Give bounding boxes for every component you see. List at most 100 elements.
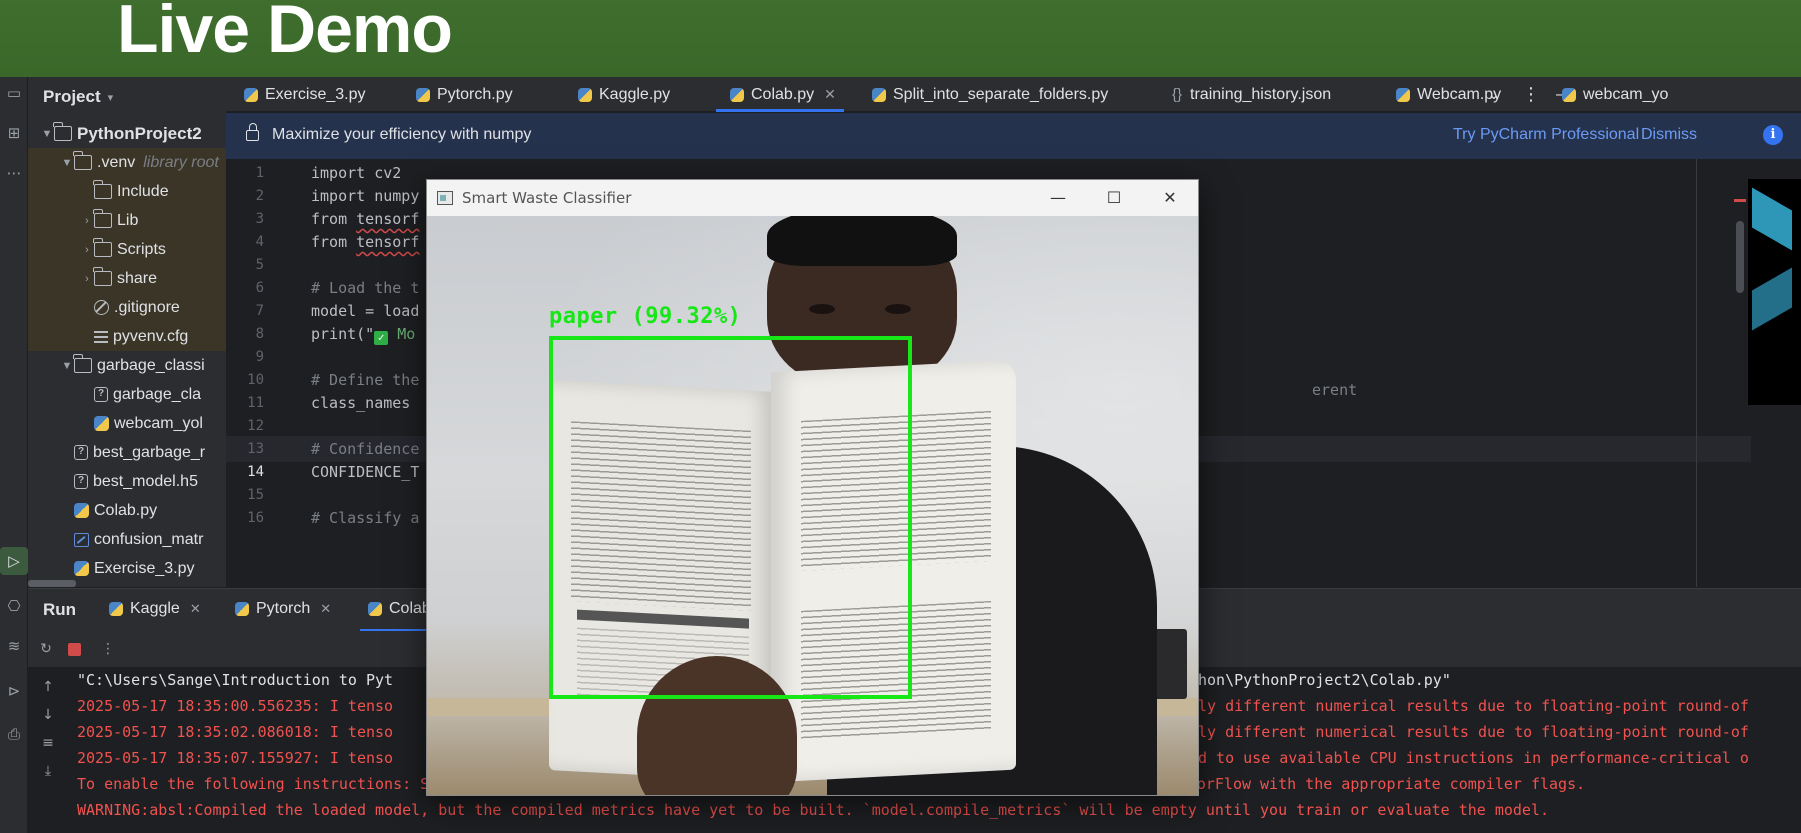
close-icon[interactable]: ✕ [190, 601, 201, 617]
python-packages-icon[interactable]: ⎔ [0, 592, 28, 620]
error-underline: tensorf [356, 233, 420, 251]
tree-item-label: PythonProject2 [77, 123, 202, 143]
error-stripe-mark[interactable] [1734, 199, 1746, 202]
tree-item-label: pyvenv.cfg [113, 327, 189, 345]
python-file-icon [1396, 87, 1410, 102]
editor-tab[interactable]: Webcam.py [1396, 77, 1501, 112]
code-text: # Confidence [311, 440, 420, 458]
soft-wrap-icon[interactable]: ≡ [40, 735, 56, 751]
more-options-icon[interactable]: ⋮ [1522, 77, 1540, 112]
editor-tab[interactable]: Exercise_3.py [244, 77, 366, 112]
tree-item-label: Exercise_3.py [94, 559, 195, 577]
tree-item-label: confusion_matr [94, 530, 204, 548]
services-icon[interactable]: ⊳ [0, 677, 28, 705]
vertical-scrollbar[interactable] [1736, 221, 1744, 293]
console-line-tail: ly different numerical results due to fl… [1198, 697, 1749, 715]
console-text-left: 2025-05-17 18:35:00.556235: I tenso [77, 697, 394, 715]
console-text-left: WARNING:absl:Compiled the loaded model, … [77, 801, 1550, 819]
editor-tab[interactable]: Split_into_separate_folders.py [872, 77, 1108, 112]
person-eye [809, 304, 835, 314]
close-icon[interactable]: ✕ [1142, 180, 1198, 216]
tree-item[interactable]: › share [28, 264, 226, 293]
chevron-down-icon[interactable]: ▼ [60, 157, 74, 169]
error-underline: tensorf [356, 210, 420, 228]
line-number-gutter: 1 2 3 4 5 6 7 8 9 10 11 12 13 14 15 16 [226, 159, 306, 587]
python-file-icon [109, 602, 123, 616]
window-title-bar[interactable]: Smart Waste Classifier — ☐ ✕ [427, 180, 1198, 216]
code-text: print(" [311, 325, 375, 343]
more-tools-icon[interactable]: ⋯ [0, 159, 28, 187]
python-file-icon [416, 87, 430, 102]
run-tab[interactable]: Kaggle ✕ [109, 600, 201, 618]
chevron-right-icon[interactable]: › [80, 273, 94, 285]
print-icon[interactable]: ⎙ [0, 720, 28, 748]
smart-waste-classifier-window[interactable]: Smart Waste Classifier — ☐ ✕ paper (99.3… [426, 179, 1199, 796]
editor-tab[interactable]: Kaggle.py [578, 77, 670, 112]
stop-icon[interactable] [68, 643, 81, 656]
tree-item[interactable]: pyvenv.cfg [28, 322, 226, 351]
close-icon[interactable]: ✕ [824, 86, 836, 103]
try-pycharm-pro-link[interactable]: Try PyCharm Professional [1453, 126, 1639, 144]
dismiss-link[interactable]: Dismiss [1641, 126, 1697, 144]
minimize-icon[interactable]: — [1030, 180, 1086, 216]
layers-icon[interactable]: ≋ [0, 632, 28, 660]
more-options-icon[interactable]: ⋮ [100, 641, 116, 657]
tree-item[interactable]: › Lib [28, 206, 226, 235]
plugin-suggestion-banner: Maximize your efficiency with numpy Try … [226, 113, 1801, 159]
window-title: Smart Waste Classifier [462, 189, 632, 207]
arrow-down-icon[interactable]: ↓ [40, 707, 56, 723]
person-eye [885, 304, 911, 314]
tree-item[interactable]: ? best_model.h5 [28, 467, 226, 496]
tree-item[interactable]: ? garbage_cla [28, 380, 226, 409]
tree-item[interactable]: ? best_garbage_r [28, 438, 226, 467]
tree-item[interactable]: Include [28, 177, 226, 206]
unknown-file-icon: ? [74, 445, 88, 460]
run-tab[interactable]: Colab [360, 600, 451, 632]
editor-tab-label: Exercise_3.py [265, 85, 366, 103]
background-logo-art [1748, 179, 1801, 405]
python-file-icon [872, 87, 886, 102]
unknown-file-icon: ? [94, 387, 108, 402]
tree-item[interactable]: ▼ garbage_classi [28, 351, 226, 380]
editor-tab-label: Kaggle.py [599, 85, 671, 103]
editor-tab-label: Webcam.py [1417, 85, 1502, 103]
arrow-up-icon[interactable]: ↑ [40, 679, 56, 695]
tree-item[interactable]: Colab.py [28, 496, 226, 525]
editor-tab[interactable]: webcam_yo [1562, 77, 1668, 112]
tree-item[interactable]: .gitignore [28, 293, 226, 322]
tree-item[interactable]: ▼ PythonProject2 [28, 119, 226, 148]
chevron-down-icon[interactable]: ▼ [60, 360, 74, 372]
tree-item-label: webcam_yol [114, 414, 203, 432]
maximize-icon[interactable]: ☐ [1086, 180, 1142, 216]
tree-item[interactable]: confusion_matr [28, 525, 226, 554]
tree-item[interactable]: webcam_yol [28, 409, 226, 438]
structure-tool-icon[interactable]: ⊞ [0, 119, 28, 147]
rerun-icon[interactable]: ↻ [38, 641, 54, 657]
project-header[interactable]: Project ▾ [28, 77, 226, 117]
tree-item[interactable]: Exercise_3.py [28, 554, 226, 583]
python-file-icon [235, 602, 249, 616]
editor-tab[interactable]: Colab.py ✕ [716, 77, 844, 112]
run-tab[interactable]: Pytorch ✕ [235, 600, 331, 618]
tree-item[interactable]: ▼ .venv library root [28, 148, 226, 177]
scroll-to-end-icon[interactable]: ⤓ [40, 763, 56, 779]
editor-tab[interactable]: Pytorch.py [416, 77, 513, 112]
info-icon[interactable]: i [1763, 125, 1783, 145]
python-file-icon [368, 602, 382, 616]
tree-item-label: Lib [117, 211, 139, 229]
chevron-right-icon[interactable]: › [80, 244, 94, 256]
run-tool-icon[interactable]: ▷ [0, 547, 28, 575]
ban-icon [94, 300, 109, 315]
tree-item[interactable]: › Scripts [28, 235, 226, 264]
editor-tab-bar: ⌄ ⋮ — Exercise_3.pyPytorch.pyKaggle.pyCo… [226, 77, 1801, 112]
folder-tool-icon[interactable]: ▭ [0, 79, 28, 107]
chevron-down-icon[interactable]: ▼ [40, 128, 54, 140]
horizontal-scrollbar[interactable] [28, 580, 76, 587]
chevron-right-icon[interactable]: › [80, 215, 94, 227]
editor-tab[interactable]: {} training_history.json [1172, 77, 1331, 112]
code-line: # Classify a [311, 505, 419, 531]
project-panel: Project ▾ ▼ PythonProject2 ▼ .venv library r… [28, 77, 226, 587]
detection-label: paper (99.32%) [549, 304, 742, 329]
run-tab-label: Kaggle [130, 600, 180, 617]
close-icon[interactable]: ✕ [320, 601, 331, 617]
